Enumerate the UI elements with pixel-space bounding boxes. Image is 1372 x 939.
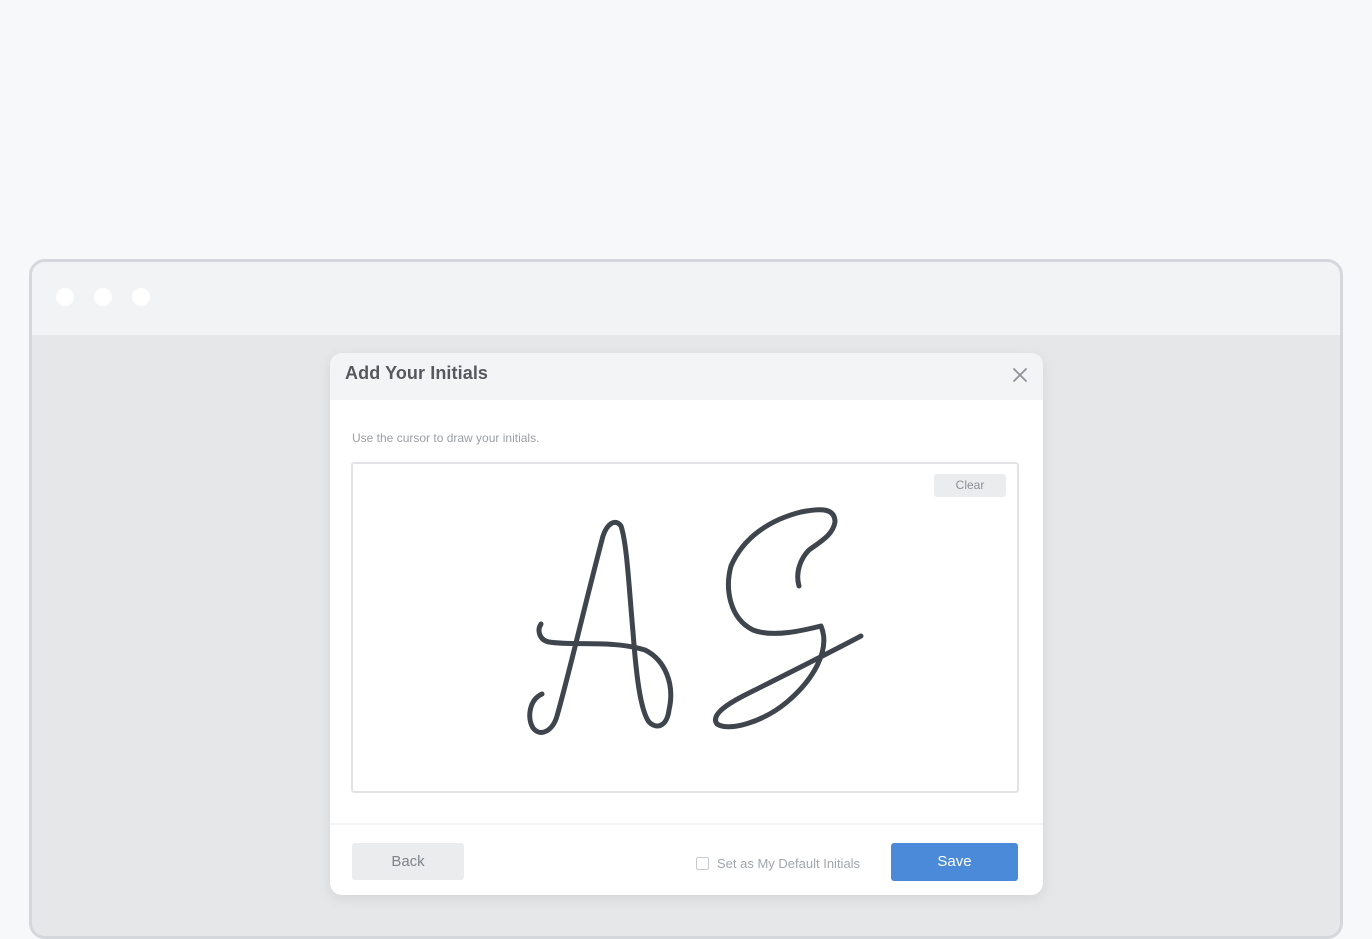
modal-header: Add Your Initials xyxy=(330,353,1043,400)
instruction-text: Use the cursor to draw your initials. xyxy=(352,431,540,445)
signature-drawing xyxy=(527,507,864,735)
browser-titlebar xyxy=(32,262,1340,335)
modal-footer: Back Set as My Default Initials Save xyxy=(330,823,1043,895)
save-button[interactable]: Save xyxy=(891,843,1018,881)
modal-title: Add Your Initials xyxy=(345,363,489,383)
checkbox-label: Set as My Default Initials xyxy=(717,855,861,871)
window-control-dot[interactable] xyxy=(132,288,150,306)
default-initials-checkbox[interactable]: Set as My Default Initials xyxy=(696,854,860,872)
checkbox-square[interactable] xyxy=(696,856,709,870)
clear-button[interactable]: Clear xyxy=(934,474,1006,497)
back-button[interactable]: Back xyxy=(352,843,464,880)
close-icon xyxy=(1013,368,1027,382)
close-button[interactable] xyxy=(1007,362,1033,388)
signature-pad[interactable]: Clear xyxy=(351,462,1019,793)
window-control-dot[interactable] xyxy=(56,288,74,306)
add-initials-modal: Add Your Initials Use the cursor to draw… xyxy=(330,353,1043,895)
window-control-dot[interactable] xyxy=(94,288,112,306)
